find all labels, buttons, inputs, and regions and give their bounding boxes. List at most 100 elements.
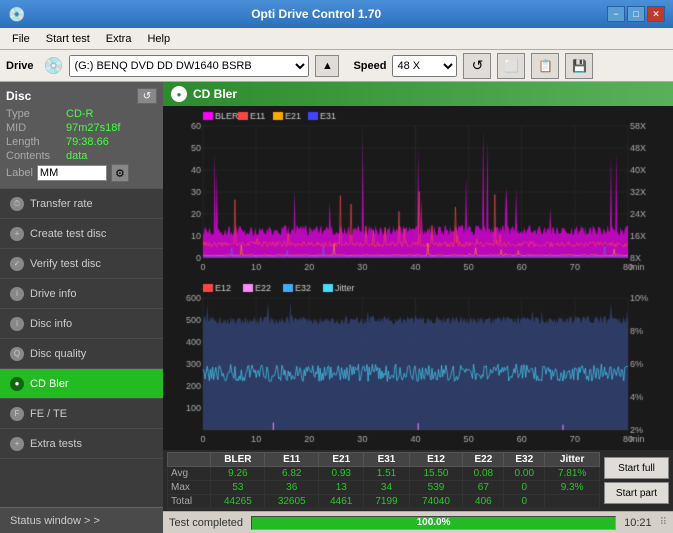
- disc-length-value: 79:38.66: [66, 136, 109, 148]
- app-title: Opti Drive Control 1.70: [25, 7, 607, 21]
- stats-total-e31: 7199: [364, 495, 409, 509]
- stats-col-e12: E12: [409, 453, 463, 467]
- speed-select[interactable]: 48 X: [392, 55, 457, 77]
- disc-label-key: Label: [6, 167, 33, 179]
- status-time: 10:21: [624, 517, 652, 529]
- stats-total-label: Total: [168, 495, 211, 509]
- disc-contents-value: data: [66, 150, 87, 162]
- sidebar-item-create-test-disc[interactable]: + Create test disc: [0, 219, 163, 249]
- stats-table: BLER E11 E21 E31 E12 E22 E32 Jitter: [167, 452, 600, 509]
- stats-col-e31: E31: [364, 453, 409, 467]
- window-controls: − □ ✕: [607, 6, 665, 22]
- sidebar-item-cd-bler[interactable]: ● CD Bler: [0, 369, 163, 399]
- status-window-button[interactable]: Status window > >: [0, 507, 163, 533]
- stats-avg-e22: 0.08: [463, 467, 504, 481]
- status-window-label: Status window > >: [10, 515, 100, 527]
- stats-total-jitter: [545, 495, 600, 509]
- stats-max-bler: 53: [211, 481, 265, 495]
- sidebar-item-fe-te[interactable]: F FE / TE: [0, 399, 163, 429]
- disc-label-settings-button[interactable]: ⚙: [111, 164, 129, 182]
- disc-info-icon: i: [10, 317, 24, 331]
- stats-avg-e21: 0.93: [319, 467, 364, 481]
- copy-button[interactable]: 📋: [531, 53, 559, 79]
- cd-bler-icon: ●: [10, 377, 24, 391]
- progress-text: 100.0%: [252, 517, 615, 529]
- disc-quality-icon: Q: [10, 347, 24, 361]
- stats-total-e21: 4461: [319, 495, 364, 509]
- sidebar-item-transfer-rate[interactable]: ⏱ Transfer rate: [0, 189, 163, 219]
- stats-row-max: Max 53 36 13 34 539 67 0 9.3%: [168, 481, 600, 495]
- save-button[interactable]: 💾: [565, 53, 593, 79]
- disc-mid-label: MID: [6, 122, 66, 134]
- fe-te-icon: F: [10, 407, 24, 421]
- bler-header: ● CD Bler: [163, 82, 673, 106]
- stats-col-bler: BLER: [211, 453, 265, 467]
- refresh-button[interactable]: ↺: [463, 53, 491, 79]
- sidebar-label-transfer-rate: Transfer rate: [30, 198, 93, 210]
- charts-container: [163, 106, 673, 450]
- sidebar-item-extra-tests[interactable]: + Extra tests: [0, 429, 163, 459]
- menu-file[interactable]: File: [4, 31, 38, 47]
- stats-avg-bler: 9.26: [211, 467, 265, 481]
- stats-max-e32: 0: [504, 481, 545, 495]
- verify-test-disc-icon: ✓: [10, 257, 24, 271]
- stats-total-bler: 44265: [211, 495, 265, 509]
- stats-max-e22: 67: [463, 481, 504, 495]
- menu-extra[interactable]: Extra: [98, 31, 140, 47]
- transfer-rate-icon: ⏱: [10, 197, 24, 211]
- stats-max-e12: 539: [409, 481, 463, 495]
- erase-button[interactable]: ⬜: [497, 53, 525, 79]
- menu-help[interactable]: Help: [139, 31, 178, 47]
- title-bar: 💿 Opti Drive Control 1.70 − □ ✕: [0, 0, 673, 28]
- sidebar-label-extra-tests: Extra tests: [30, 438, 82, 450]
- stats-col-jitter: Jitter: [545, 453, 600, 467]
- sidebar: Disc ↺ Type CD-R MID 97m27s18f Length 79…: [0, 82, 163, 533]
- status-text: Test completed: [169, 517, 243, 529]
- stats-total-e12: 74040: [409, 495, 463, 509]
- disc-panel: Disc ↺ Type CD-R MID 97m27s18f Length 79…: [0, 82, 163, 189]
- stats-total-e11: 32605: [265, 495, 319, 509]
- disc-contents-label: Contents: [6, 150, 66, 162]
- sidebar-label-fe-te: FE / TE: [30, 408, 67, 420]
- main-layout: Disc ↺ Type CD-R MID 97m27s18f Length 79…: [0, 82, 673, 533]
- drive-icon: 💿: [44, 56, 64, 76]
- stats-col-label: [168, 453, 211, 467]
- sidebar-label-disc-info: Disc info: [30, 318, 72, 330]
- bler-icon: ●: [171, 86, 187, 102]
- disc-type-value: CD-R: [66, 108, 94, 120]
- close-button[interactable]: ✕: [647, 6, 665, 22]
- stats-avg-e32: 0.00: [504, 467, 545, 481]
- menu-start-test[interactable]: Start test: [38, 31, 98, 47]
- sidebar-item-disc-info[interactable]: i Disc info: [0, 309, 163, 339]
- maximize-button[interactable]: □: [627, 6, 645, 22]
- stats-avg-e31: 1.51: [364, 467, 409, 481]
- disc-label-input[interactable]: [37, 165, 107, 181]
- drive-select[interactable]: (G:) BENQ DVD DD DW1640 BSRB: [69, 55, 309, 77]
- start-full-button[interactable]: Start full: [604, 457, 669, 479]
- drive-label: Drive: [6, 60, 34, 72]
- stats-row-avg: Avg 9.26 6.82 0.93 1.51 15.50 0.08 0.00 …: [168, 467, 600, 481]
- menu-bar: File Start test Extra Help: [0, 28, 673, 50]
- bler-chart: [163, 106, 673, 278]
- stats-avg-jitter: 7.81%: [545, 467, 600, 481]
- speed-label: Speed: [353, 60, 386, 72]
- start-part-button[interactable]: Start part: [604, 482, 669, 504]
- stats-max-e11: 36: [265, 481, 319, 495]
- stats-max-e31: 34: [364, 481, 409, 495]
- sidebar-item-disc-quality[interactable]: Q Disc quality: [0, 339, 163, 369]
- stats-max-label: Max: [168, 481, 211, 495]
- stats-total-e32: 0: [504, 495, 545, 509]
- stats-avg-e12: 15.50: [409, 467, 463, 481]
- app-icon: 💿: [8, 6, 25, 23]
- minimize-button[interactable]: −: [607, 6, 625, 22]
- drive-bar: Drive 💿 (G:) BENQ DVD DD DW1640 BSRB ▲ S…: [0, 50, 673, 82]
- drive-eject-button[interactable]: ▲: [315, 55, 339, 77]
- disc-refresh-button[interactable]: ↺: [137, 88, 157, 104]
- status-bar: Test completed 100.0% 10:21 ⠿: [163, 511, 673, 533]
- sidebar-item-verify-test-disc[interactable]: ✓ Verify test disc: [0, 249, 163, 279]
- sidebar-item-drive-info[interactable]: i Drive info: [0, 279, 163, 309]
- disc-panel-title: Disc: [6, 89, 31, 103]
- sidebar-label-disc-quality: Disc quality: [30, 348, 86, 360]
- disc-type-label: Type: [6, 108, 66, 120]
- resize-grip: ⠿: [660, 517, 667, 528]
